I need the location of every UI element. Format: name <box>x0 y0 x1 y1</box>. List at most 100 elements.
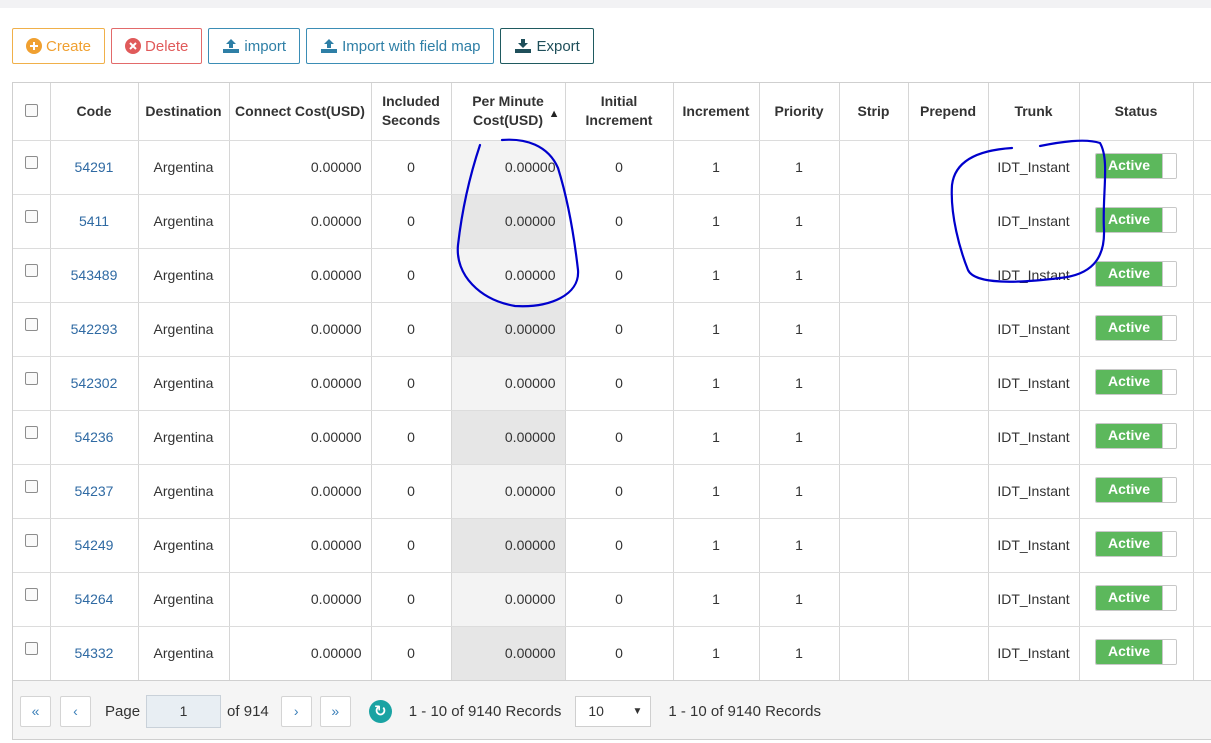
code-link[interactable]: 54249 <box>75 537 114 553</box>
status-toggle[interactable]: Active <box>1095 423 1177 449</box>
code-link[interactable]: 543489 <box>71 267 118 283</box>
row-select-cell[interactable] <box>13 140 51 195</box>
status-toggle[interactable]: Active <box>1095 261 1177 287</box>
strip-cell <box>839 410 909 465</box>
status-cell: Active <box>1079 302 1194 357</box>
included-seconds-cell: 0 <box>371 518 452 573</box>
page-number-input[interactable] <box>146 694 222 728</box>
trunk-cell: IDT_Instant <box>988 140 1080 195</box>
row-select-cell[interactable] <box>13 572 51 627</box>
header-connect-cost[interactable]: Connect Cost(USD) <box>229 83 372 141</box>
status-toggle[interactable]: Active <box>1095 477 1177 503</box>
row-select-cell[interactable] <box>13 410 51 465</box>
export-button[interactable]: Export <box>500 28 594 64</box>
table-row[interactable]: 54332 Argentina 0.00000 0 0.00000 0 1 1 IDT_Inst… <box>13 626 1211 681</box>
next-page-button[interactable]: › <box>280 695 312 727</box>
status-toggle[interactable]: Active <box>1095 315 1177 341</box>
table-row[interactable]: 543489 Argentina 0.00000 0 0.00000 0 1 1 IDT_Ins… <box>13 248 1211 303</box>
header-included-seconds[interactable]: Included Seconds <box>371 83 452 141</box>
included-seconds-cell: 0 <box>371 302 452 357</box>
status-label: Active <box>1096 640 1162 664</box>
row-select-cell[interactable] <box>13 356 51 411</box>
delete-button[interactable]: Delete <box>111 28 203 64</box>
first-page-button[interactable]: « <box>20 695 51 727</box>
header-strip[interactable]: Strip <box>839 83 909 141</box>
code-link[interactable]: 542302 <box>71 375 118 391</box>
code-link[interactable]: 542293 <box>71 321 118 337</box>
status-label: Active <box>1096 262 1162 286</box>
import-button[interactable]: import <box>208 28 301 64</box>
header-trunk[interactable]: Trunk <box>988 83 1080 141</box>
row-checkbox[interactable] <box>24 479 38 493</box>
header-select-all[interactable] <box>13 83 51 141</box>
table-row[interactable]: 54236 Argentina 0.00000 0 0.00000 0 1 1 IDT_Inst… <box>13 410 1211 465</box>
row-checkbox[interactable] <box>24 641 38 655</box>
row-checkbox[interactable] <box>24 371 38 385</box>
code-link[interactable]: 54332 <box>75 645 114 661</box>
prev-page-button[interactable]: ‹ <box>60 695 91 727</box>
header-per-minute-cost[interactable]: Per Minute Cost(USD) ▲ <box>451 83 566 141</box>
row-checkbox[interactable] <box>24 263 38 277</box>
status-toggle[interactable]: Active <box>1095 585 1177 611</box>
row-checkbox[interactable] <box>24 425 38 439</box>
create-button[interactable]: Create <box>12 28 106 64</box>
row-checkbox[interactable] <box>24 587 38 601</box>
row-select-cell[interactable] <box>13 194 51 249</box>
caret-down-icon: ▼ <box>632 705 643 717</box>
code-link[interactable]: 54291 <box>75 159 114 175</box>
increment-cell: 1 <box>673 410 760 465</box>
refresh-button[interactable]: ↻ <box>368 699 392 723</box>
code-cell: 5411 <box>50 194 139 249</box>
row-checkbox[interactable] <box>24 317 38 331</box>
import-field-map-button[interactable]: Import with field map <box>306 28 495 64</box>
initial-increment-cell: 0 <box>565 518 674 573</box>
row-select-cell[interactable] <box>13 302 51 357</box>
initial-increment-cell: 0 <box>565 194 674 249</box>
export-label: Export <box>536 37 580 55</box>
last-page-button[interactable]: » <box>319 695 351 727</box>
row-select-cell[interactable] <box>13 626 51 681</box>
table-row[interactable]: 542302 Argentina 0.00000 0 0.00000 0 1 1 IDT_Ins… <box>13 356 1211 411</box>
header-code[interactable]: Code <box>50 83 139 141</box>
code-link[interactable]: 54236 <box>75 429 114 445</box>
table-row[interactable]: 542293 Argentina 0.00000 0 0.00000 0 1 1 IDT_Ins… <box>13 302 1211 357</box>
header-status[interactable]: Status <box>1079 83 1194 141</box>
table-row[interactable]: 54237 Argentina 0.00000 0 0.00000 0 1 1 IDT_Inst… <box>13 464 1211 519</box>
status-toggle[interactable]: Active <box>1095 639 1177 665</box>
header-increment[interactable]: Increment <box>673 83 760 141</box>
row-select-cell[interactable] <box>13 518 51 573</box>
header-initial-increment[interactable]: Initial Increment <box>565 83 674 141</box>
strip-cell <box>839 572 909 627</box>
per-page-select[interactable]: 10 ▼ <box>575 695 652 727</box>
row-checkbox[interactable] <box>24 533 38 547</box>
increment-cell: 1 <box>673 248 760 303</box>
toggle-knob <box>1162 262 1176 286</box>
status-toggle[interactable]: Active <box>1095 531 1177 557</box>
select-all-checkbox[interactable] <box>24 103 38 117</box>
included-seconds-cell: 0 <box>371 410 452 465</box>
status-toggle[interactable]: Active <box>1095 369 1177 395</box>
row-select-cell[interactable] <box>13 464 51 519</box>
strip-cell <box>839 518 909 573</box>
status-toggle[interactable]: Active <box>1095 207 1177 233</box>
code-link[interactable]: 54237 <box>75 483 114 499</box>
status-toggle[interactable]: Active <box>1095 153 1177 179</box>
create-label: Create <box>46 37 92 55</box>
table-row[interactable]: 54249 Argentina 0.00000 0 0.00000 0 1 1 IDT_Inst… <box>13 518 1211 573</box>
toggle-knob <box>1162 478 1176 502</box>
code-link[interactable]: 54264 <box>75 591 114 607</box>
table-row[interactable]: 5411 Argentina 0.00000 0 0.00000 0 1 1 IDT_Insta… <box>13 194 1211 249</box>
code-link[interactable]: 5411 <box>79 213 109 229</box>
caret-up-icon: ▲ <box>548 108 560 120</box>
strip-cell <box>839 626 909 681</box>
row-checkbox[interactable] <box>24 209 38 223</box>
row-checkbox[interactable] <box>24 155 38 169</box>
table-row[interactable]: 54291 Argentina 0.00000 0 0.00000 0 1 1 IDT_Inst… <box>13 140 1211 195</box>
header-priority[interactable]: Priority <box>759 83 840 141</box>
table-row[interactable]: 54264 Argentina 0.00000 0 0.00000 0 1 1 IDT_Inst… <box>13 572 1211 627</box>
destination-cell: Argentina <box>138 356 230 411</box>
header-destination[interactable]: Destination <box>138 83 230 141</box>
header-prepend[interactable]: Prepend <box>908 83 989 141</box>
prepend-cell <box>908 248 989 303</box>
row-select-cell[interactable] <box>13 248 51 303</box>
